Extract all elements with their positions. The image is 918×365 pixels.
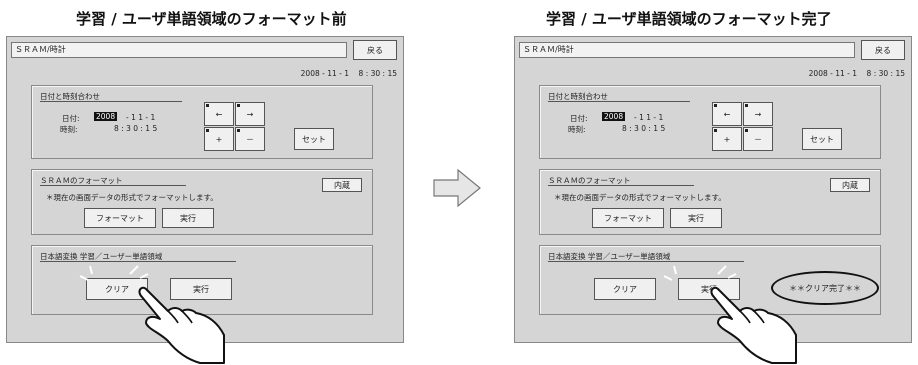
pointing-hand-icon [710,286,797,364]
date-time-panel: 日付と時刻合わせ 日付: 2008 - 1 1 - 1 時刻: 8 : 3 0 … [539,85,881,159]
datetime-display: 2008 - 11 - 1 8 : 30 : 15 [300,69,397,78]
time-field[interactable]: 8 : 3 0 : 1 5 [622,124,665,133]
year-field[interactable]: 2008 [602,112,626,121]
date-label: 日付: [570,114,588,123]
sram-note: ＊現在の画面データの形式でフォーマットします。 [46,193,218,202]
back-button[interactable]: 戻る [353,40,397,60]
back-button[interactable]: 戻る [861,40,905,60]
sram-note: ＊現在の画面データの形式でフォーマットします。 [554,193,726,202]
set-button[interactable]: セット [802,128,842,150]
left-arrow-button[interactable]: ← [204,102,234,126]
right-arrow-icon [433,168,481,208]
builtin-button[interactable]: 内蔵 [322,178,362,192]
minus-button[interactable]: － [235,127,265,151]
sram-format-panel: ＳＲＡＭのフォーマット ＊現在の画面データの形式でフォーマットします。 フォーマ… [539,169,881,235]
date-label: 日付: [62,114,80,123]
minus-button[interactable]: － [743,127,773,151]
caption-before: 学習 / ユーザ単語領域のフォーマット前 [76,10,347,28]
time-label: 時刻: [60,125,78,134]
sram-format-panel: ＳＲＡＭのフォーマット ＊現在の画面データの形式でフォーマットします。 フォーマ… [31,169,373,235]
caption-after: 学習 / ユーザ単語領域のフォーマット完了 [546,10,832,28]
date-field[interactable]: - 1 1 - 1 [634,113,663,122]
builtin-button[interactable]: 内蔵 [830,178,870,192]
set-button[interactable]: セット [294,128,334,150]
clear-button[interactable]: クリア [594,278,656,300]
format-button[interactable]: フォーマット [592,208,664,228]
time-label: 時刻: [568,125,586,134]
format-button[interactable]: フォーマット [84,208,156,228]
screen-title: ＳＲＡＭ/時計 [519,42,855,58]
date-field[interactable]: - 1 1 - 1 [126,113,155,122]
year-field[interactable]: 2008 [94,112,118,121]
datetime-display: 2008 - 11 - 1 8 : 30 : 15 [808,69,905,78]
right-arrow-button[interactable]: → [743,102,773,126]
time-field[interactable]: 8 : 3 0 : 1 5 [114,124,157,133]
pointing-hand-icon [138,286,225,364]
sram-exec-button[interactable]: 実行 [670,208,722,228]
left-arrow-button[interactable]: ← [712,102,742,126]
right-arrow-button[interactable]: → [235,102,265,126]
plus-button[interactable]: + [712,127,742,151]
sram-exec-button[interactable]: 実行 [162,208,214,228]
date-time-panel: 日付と時刻合わせ 日付: 2008 - 1 1 - 1 時刻: 8 : 3 0 … [31,85,373,159]
plus-button[interactable]: + [204,127,234,151]
screen-title: ＳＲＡＭ/時計 [11,42,347,58]
